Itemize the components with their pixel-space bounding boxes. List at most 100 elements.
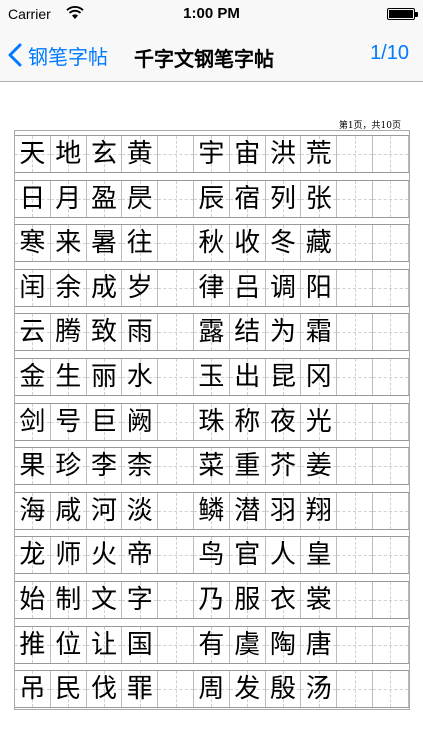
character: 让	[90, 629, 117, 660]
character: 露	[198, 317, 225, 348]
grid-cell: 周	[194, 671, 230, 708]
grid-cell	[373, 136, 409, 172]
character: 称	[234, 406, 261, 437]
back-button[interactable]: 钢笔字帖	[8, 40, 108, 70]
character: 月	[55, 183, 82, 214]
grid-cell	[158, 225, 194, 262]
back-button-label: 钢笔字帖	[28, 44, 108, 69]
character: 衣	[269, 585, 296, 615]
grid-cell	[158, 671, 194, 708]
grid-cell: 玉	[194, 359, 230, 395]
grid-cell: 河	[86, 492, 123, 529]
character: 玉	[198, 362, 225, 392]
character: 民	[55, 674, 82, 705]
grid-cell: 秋	[194, 225, 230, 262]
character: 殷	[269, 674, 296, 705]
grid-cell: 有	[194, 626, 230, 663]
grid-cell: 丽	[86, 359, 123, 395]
character: 律	[198, 272, 225, 303]
grid-cell: 珍	[50, 448, 87, 485]
character: 裳	[305, 585, 332, 615]
character: 乃	[198, 585, 225, 615]
character: 出	[234, 362, 261, 392]
character: 柰	[126, 451, 153, 482]
grid-cell: 霜	[301, 314, 338, 351]
grid-cell: 荒	[301, 136, 338, 172]
grid-cell	[373, 492, 409, 529]
character: 黄	[126, 139, 153, 169]
grid-cell: 帝	[122, 537, 159, 574]
grid-cell	[373, 403, 409, 440]
character: 果	[19, 451, 46, 482]
character: 成	[90, 272, 117, 303]
grid-cell: 余	[50, 269, 87, 306]
grid-cell: 金	[15, 359, 51, 395]
grid-cell	[337, 448, 373, 485]
grid-cell	[337, 537, 373, 574]
character: 余	[55, 272, 82, 303]
grid-cell: 菜	[194, 448, 230, 485]
grid-cell: 阳	[301, 269, 338, 306]
grid-cell	[158, 403, 194, 440]
character: 翔	[305, 495, 332, 526]
copybook-row: 始制文字 乃服衣裳	[15, 581, 409, 619]
grid-cell: 为	[265, 314, 302, 351]
grid-cell: 殷	[265, 671, 302, 708]
character: 汤	[305, 674, 332, 705]
character: 羽	[269, 495, 296, 526]
character: 宙	[234, 139, 261, 169]
page-title: 千字文钢笔字帖	[134, 47, 274, 71]
character: 有	[198, 629, 225, 660]
copybook-row: 天地玄黄 宇宙洪荒	[15, 135, 409, 173]
grid-cell: 光	[301, 403, 338, 440]
character: 始	[19, 585, 46, 615]
grid-cell	[337, 314, 373, 351]
character: 咸	[55, 495, 82, 526]
grid-cell: 水	[122, 359, 159, 395]
character: 火	[90, 540, 117, 571]
character: 天	[19, 139, 46, 169]
character: 雨	[126, 317, 153, 348]
character: 姜	[305, 451, 332, 482]
character: 位	[55, 629, 82, 660]
grid-cell	[337, 136, 373, 172]
character: 海	[19, 495, 46, 526]
grid-cell: 结	[229, 314, 266, 351]
character: 秋	[198, 228, 225, 259]
grid-cell: 果	[15, 448, 51, 485]
grid-cell: 冈	[301, 359, 338, 395]
character: 周	[198, 674, 225, 705]
grid-cell: 律	[194, 269, 230, 306]
grid-cell	[373, 582, 409, 618]
character: 人	[269, 540, 296, 571]
grid-cell: 致	[86, 314, 123, 351]
character: 洪	[269, 139, 296, 169]
grid-cell	[373, 225, 409, 262]
character: 巨	[90, 406, 117, 437]
grid-cell: 巨	[86, 403, 123, 440]
character: 冬	[269, 228, 296, 259]
character: 皇	[305, 540, 332, 571]
grid-cell: 火	[86, 537, 123, 574]
grid-cell: 称	[229, 403, 266, 440]
character: 鳞	[198, 495, 225, 526]
character: 河	[90, 495, 117, 526]
grid-cell	[373, 537, 409, 574]
character: 昆	[269, 362, 296, 392]
character: 致	[90, 317, 117, 348]
copybook-row: 日月盈昃 辰宿列张	[15, 179, 409, 218]
grid-cell: 陶	[265, 626, 302, 663]
grid-cell	[337, 269, 373, 306]
grid-cell	[373, 448, 409, 485]
grid-cell: 出	[229, 359, 266, 395]
grid-cell	[337, 492, 373, 529]
copybook-row: 寒来暑往 秋收冬藏	[15, 224, 409, 263]
character: 龙	[19, 540, 46, 571]
grid-cell: 来	[50, 225, 87, 262]
page-indicator-button[interactable]: 1/10	[370, 42, 409, 65]
character: 吊	[19, 674, 46, 705]
grid-cell: 服	[229, 582, 266, 618]
character: 帝	[126, 540, 153, 571]
grid-cell: 夜	[265, 403, 302, 440]
character: 张	[305, 183, 332, 214]
